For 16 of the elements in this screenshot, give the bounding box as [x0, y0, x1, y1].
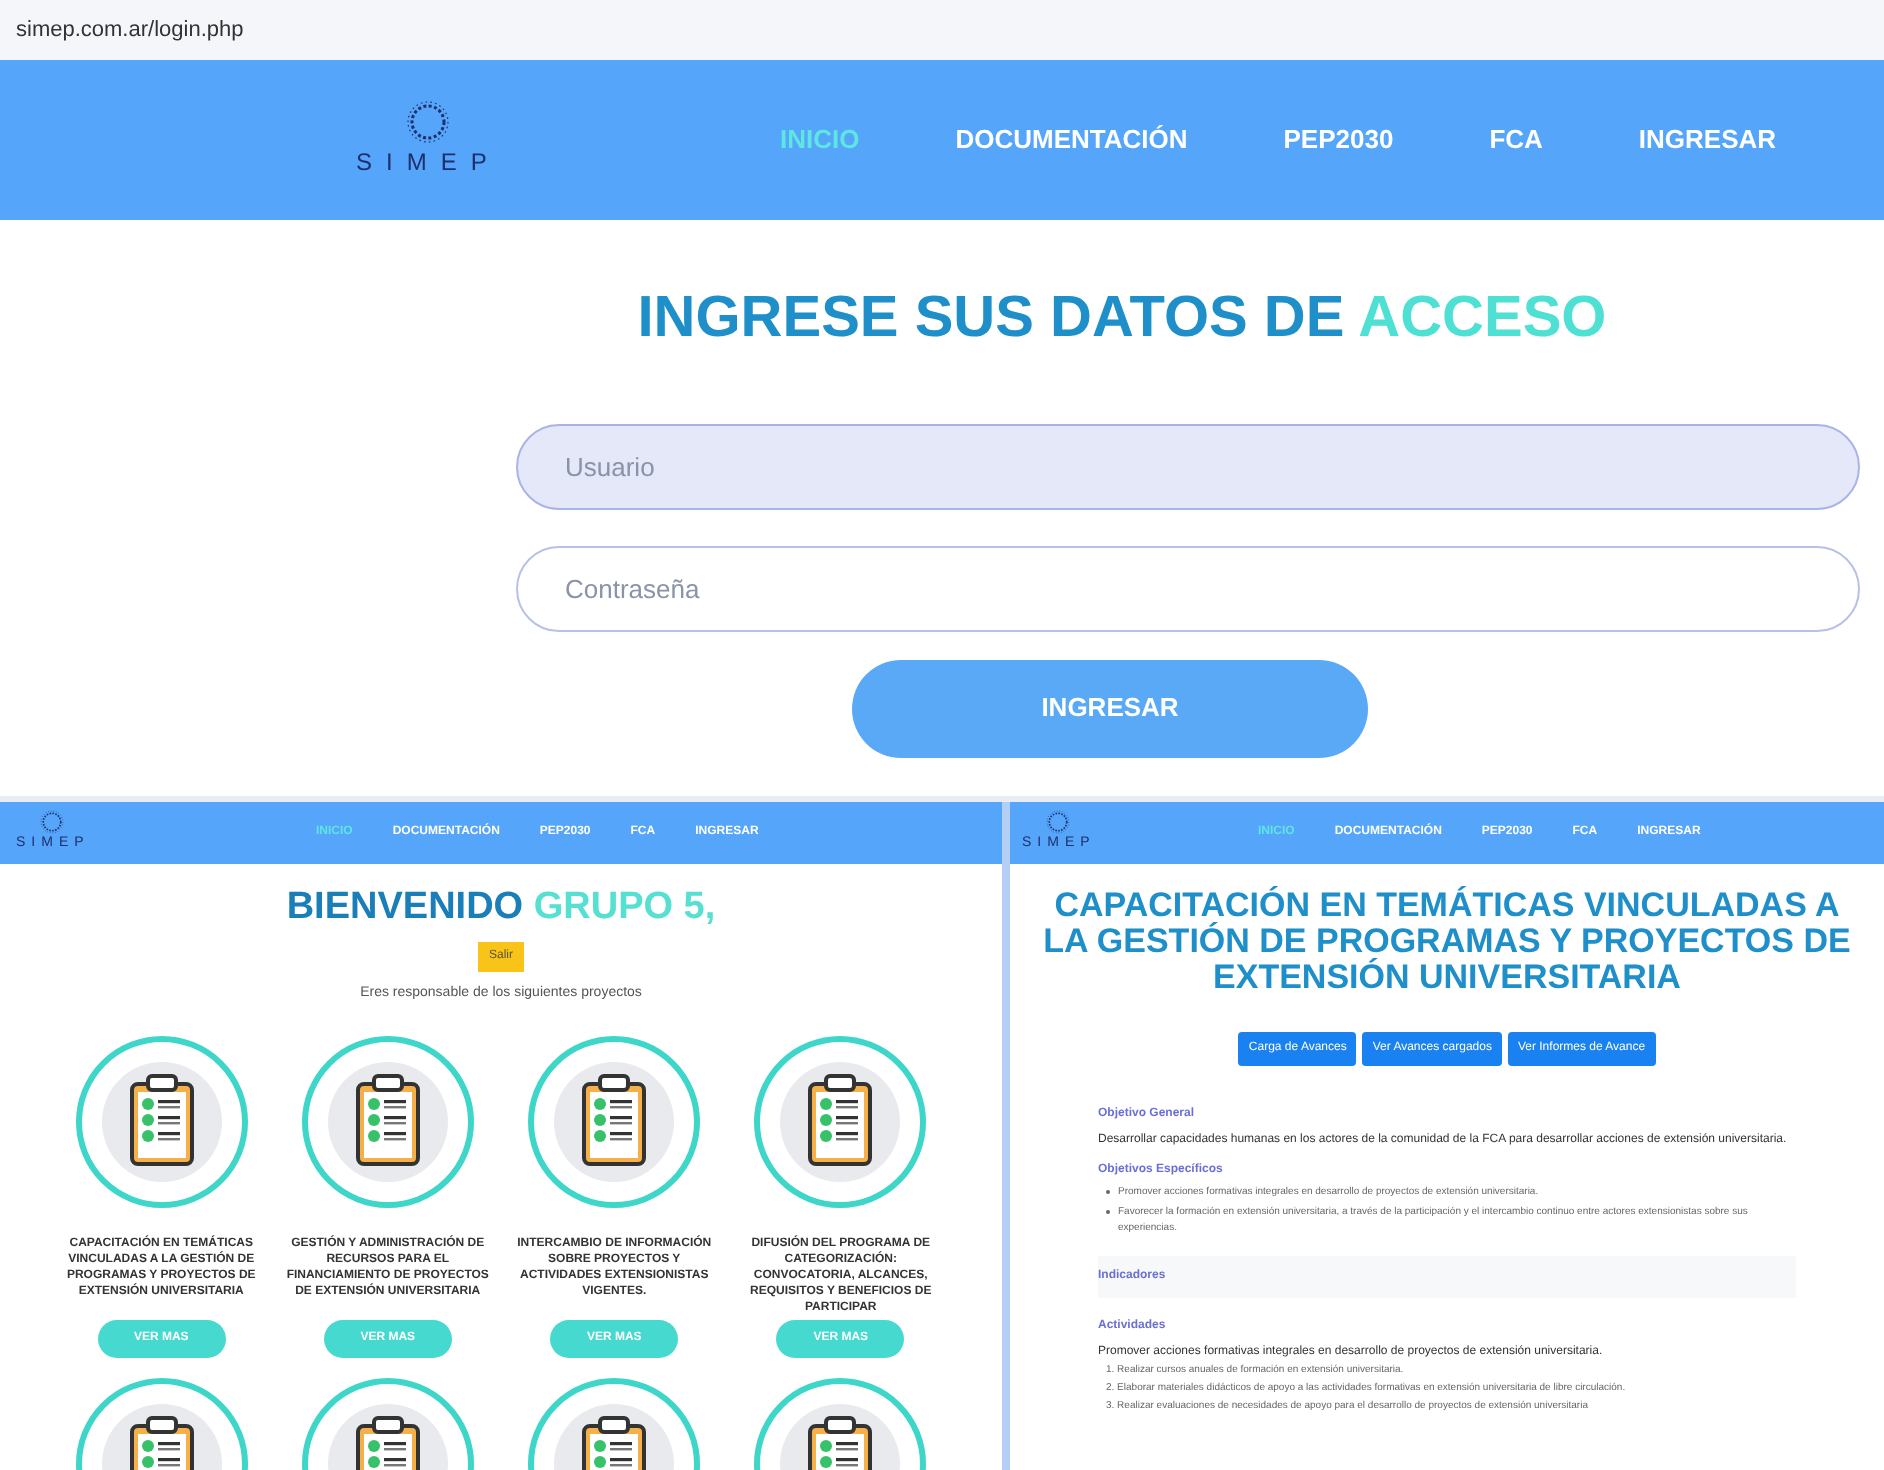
nav-link[interactable]: PEP2030 [1283, 120, 1394, 160]
login-field[interactable]: Usuario [515, 423, 1859, 509]
nav-link[interactable]: INICIO [780, 120, 860, 160]
sparkle-ring-icon [406, 100, 451, 144]
sparkle-ring-icon [40, 810, 65, 835]
nav-link[interactable]: INGRESAR [1638, 120, 1777, 160]
address-bar[interactable]: simep.com.ar/login.php [0, 0, 1884, 60]
sparkle-ring-icon [1046, 810, 1071, 835]
nav-link[interactable]: FCA [1489, 120, 1543, 160]
login-heading: INGRESE SUS DATOS DE ACCESO [637, 284, 1607, 354]
project-heading: CAPACITACIÓN EN TEMÁTICAS VINCULADAS A LA GESTIÓN DE PROGRAMAS Y PROYECTOS DE EXTENSIÓN UNIVERSITARIA [1041, 888, 1853, 996]
login-button[interactable]: INGRESAR [852, 659, 1368, 757]
nav-link[interactable]: DOCUMENTACIÓN [955, 120, 1188, 160]
welcome-heading: BIENVENIDO GRUPO 5, [286, 884, 716, 932]
logo-text: SIMEP [356, 146, 501, 180]
login-field[interactable]: Contraseña [515, 545, 1859, 631]
